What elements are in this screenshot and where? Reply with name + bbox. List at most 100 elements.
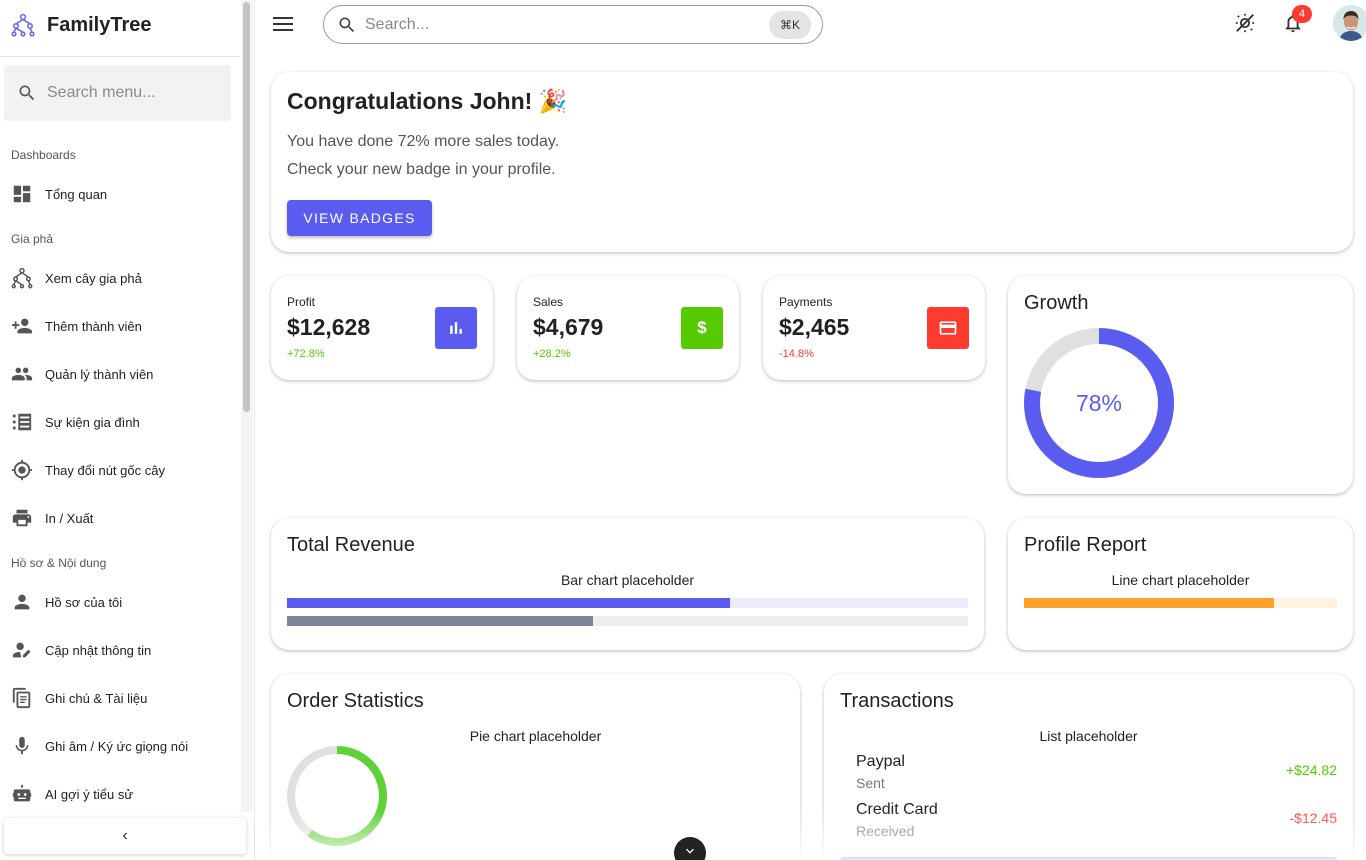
transactions-card: Transactions List placeholder Paypal Sen…: [824, 674, 1353, 860]
profit-card: Profit $12,628 +72.8%: [271, 276, 493, 380]
card-title: Total Revenue: [287, 534, 415, 556]
person-icon: [11, 591, 33, 613]
person-edit-icon: [11, 639, 33, 661]
stat-value: $2,465: [779, 314, 850, 340]
revenue-bar-track: [287, 616, 968, 626]
user-avatar-icon: [1333, 5, 1366, 41]
sidebar-item-family-events[interactable]: Sự kiện gia đình: [0, 402, 238, 442]
brand-name: FamilyTree: [47, 13, 152, 36]
stat-label: Sales: [533, 295, 564, 309]
section-title-profile-content: Hồ sơ & Nội dung: [11, 556, 107, 570]
document-icon: [11, 687, 33, 709]
sales-card: Sales $4,679 +28.2% $: [517, 276, 739, 380]
chart-placeholder-label: Bar chart placeholder: [560, 572, 695, 588]
revenue-bar-track: [287, 598, 968, 608]
transaction-name: Paypal: [856, 753, 905, 770]
sidebar-item-overview[interactable]: Tổng quan: [0, 174, 238, 214]
order-donut-chart: [287, 746, 387, 846]
sidebar-item-ai-biography[interactable]: AI gợi ý tiểu sử: [0, 774, 238, 814]
card-title: Profile Report: [1024, 534, 1147, 556]
sidebar-item-add-member[interactable]: Thêm thành viên: [0, 306, 238, 346]
sidebar-item-label: Xem cây gia phả: [45, 270, 142, 286]
stat-change: +28.2%: [533, 348, 571, 360]
theme-toggle-button[interactable]: [1232, 10, 1258, 36]
sidebar-item-label: In / Xuất: [45, 510, 94, 526]
total-revenue-card: Total Revenue Bar chart placeholder: [271, 518, 984, 650]
sidebar-item-my-profile[interactable]: Hồ sơ của tôi: [0, 582, 238, 622]
global-search-input[interactable]: [365, 15, 745, 34]
chevron-down-icon: [686, 848, 694, 854]
menu-icon-line: [273, 23, 293, 25]
global-search[interactable]: ⌘K: [323, 5, 823, 44]
welcome-title: Congratulations John! 🎉: [287, 88, 568, 114]
transaction-type: Received: [856, 823, 915, 839]
sidebar-item-label: Ghi âm / Ký ức giọng nói: [45, 738, 189, 754]
sidebar-item-label: Sự kiện gia đình: [45, 414, 140, 430]
transaction-name: Credit Card: [856, 801, 938, 818]
avatar[interactable]: [1333, 5, 1366, 41]
view-badges-button[interactable]: VIEW BADGES: [287, 200, 432, 236]
stat-value: $12,628: [287, 314, 371, 340]
payments-card: Payments $2,465 -14.8%: [763, 276, 985, 380]
transaction-amount: -$12.45: [1289, 810, 1337, 826]
person-add-icon: [11, 315, 33, 337]
welcome-submessage: Check your new badge in your profile.: [287, 161, 556, 178]
credit-card-icon: [927, 307, 969, 349]
event-list-icon: [11, 411, 33, 433]
growth-card: Growth 78%: [1008, 276, 1353, 494]
scrollbar-thumb[interactable]: [243, 2, 250, 412]
sidebar-search-input[interactable]: [47, 84, 217, 102]
sidebar-item-manage-members[interactable]: Quản lý thành viên: [0, 354, 238, 394]
profile-report-bar-track: [1024, 598, 1337, 608]
sidebar-item-notes-documents[interactable]: Ghi chú & Tài liệu: [0, 678, 238, 718]
sidebar-item-update-info[interactable]: Cập nhật thông tin: [0, 630, 238, 670]
revenue-bar-fill: [287, 598, 730, 608]
sidebar-item-label: Hồ sơ của tôi: [45, 594, 123, 610]
bar-chart-icon: [435, 307, 477, 349]
transaction-type: Sent: [856, 775, 885, 791]
stat-value: $4,679: [533, 314, 604, 340]
menu-icon-line: [273, 29, 293, 31]
sidebar: FamilyTree Dashboards Tổng quan Gia phả …: [0, 0, 255, 860]
profile-report-card: Profile Report Line chart placeholder: [1008, 518, 1353, 650]
section-title-dashboards: Dashboards: [11, 148, 76, 162]
card-title: Order Statistics: [287, 690, 424, 712]
crosshair-icon: [11, 459, 33, 481]
stat-label: Payments: [779, 295, 833, 309]
section-title-family-tree: Gia phả: [11, 232, 54, 246]
sidebar-item-change-root[interactable]: Thay đổi nút gốc cây: [0, 450, 238, 490]
people-icon: [11, 363, 33, 385]
family-tree-logo-icon: [11, 13, 35, 37]
profile-report-bar-fill: [1024, 598, 1275, 608]
growth-percentage: 78%: [1075, 389, 1123, 416]
dashboard-icon: [11, 183, 33, 205]
print-icon: [11, 507, 33, 529]
sidebar-search[interactable]: [4, 65, 231, 121]
revenue-bar-fill: [287, 616, 594, 626]
list-placeholder-label: List placeholder: [1039, 728, 1138, 744]
sidebar-item-label: Thay đổi nút gốc cây: [45, 462, 165, 478]
sidebar-scrollbar[interactable]: [241, 0, 253, 812]
sidebar-item-label: Quản lý thành viên: [45, 366, 154, 382]
theme-switch-icon: [1235, 13, 1255, 33]
welcome-message: You have done 72% more sales today.: [287, 133, 560, 150]
sidebar-item-label: Thêm thành viên: [45, 318, 142, 334]
menu-icon-line: [273, 17, 293, 19]
collapse-sidebar-button[interactable]: ‹: [4, 818, 246, 854]
brand[interactable]: FamilyTree: [11, 10, 152, 40]
order-statistics-card: Order Statistics Pie chart placeholder: [271, 674, 800, 860]
card-title: Growth: [1024, 292, 1089, 314]
divider: [0, 56, 240, 57]
sidebar-item-print-export[interactable]: In / Xuất: [0, 498, 238, 538]
chart-placeholder-label: Pie chart placeholder: [469, 728, 602, 744]
sidebar-item-label: AI gợi ý tiểu sử: [45, 786, 134, 802]
stat-label: Profit: [287, 295, 316, 309]
sidebar-item-view-tree[interactable]: Xem cây gia phả: [0, 258, 238, 298]
welcome-card: Congratulations John! 🎉 You have done 72…: [271, 72, 1353, 252]
sidebar-item-label: Cập nhật thông tin: [45, 642, 152, 658]
menu-toggle-button[interactable]: [270, 12, 296, 36]
transaction-amount: +$24.82: [1286, 762, 1337, 778]
search-icon: [19, 85, 35, 101]
chart-placeholder-label: Line chart placeholder: [1111, 572, 1250, 588]
sidebar-item-voice-memories[interactable]: Ghi âm / Ký ức giọng nói: [0, 726, 238, 766]
